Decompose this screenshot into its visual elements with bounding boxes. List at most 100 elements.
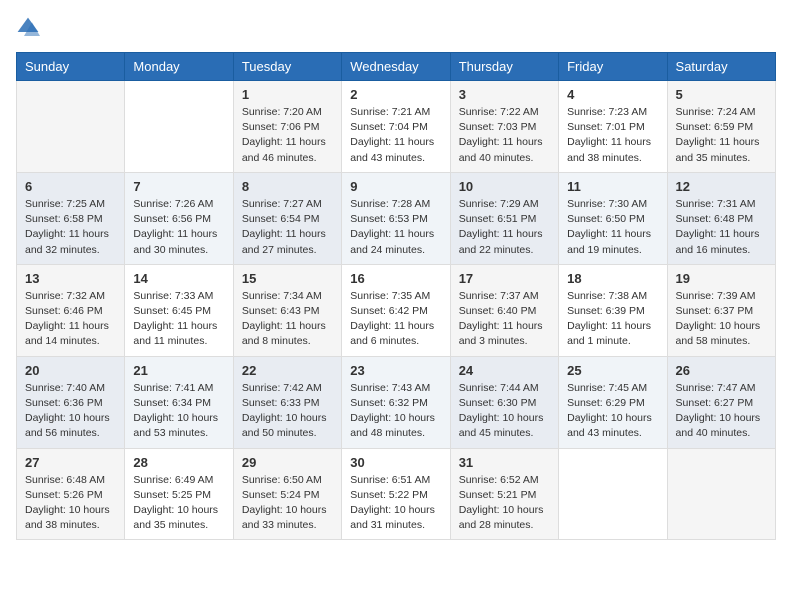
daylight: Daylight: 11 hours and 35 minutes. <box>676 136 760 163</box>
day-number: 26 <box>676 363 767 378</box>
calendar-cell: 5 Sunrise: 7:24 AM Sunset: 6:59 PM Dayli… <box>667 81 775 173</box>
day-info: Sunrise: 7:47 AM Sunset: 6:27 PM Dayligh… <box>676 381 767 442</box>
calendar-cell: 27 Sunrise: 6:48 AM Sunset: 5:26 PM Dayl… <box>17 448 125 540</box>
calendar-cell: 13 Sunrise: 7:32 AM Sunset: 6:46 PM Dayl… <box>17 264 125 356</box>
calendar-cell: 3 Sunrise: 7:22 AM Sunset: 7:03 PM Dayli… <box>450 81 558 173</box>
day-info: Sunrise: 7:37 AM Sunset: 6:40 PM Dayligh… <box>459 289 550 350</box>
day-number: 16 <box>350 271 441 286</box>
sunset: Sunset: 6:59 PM <box>676 121 754 133</box>
calendar-week-3: 13 Sunrise: 7:32 AM Sunset: 6:46 PM Dayl… <box>17 264 776 356</box>
day-number: 8 <box>242 179 333 194</box>
calendar-header-row: SundayMondayTuesdayWednesdayThursdayFrid… <box>17 53 776 81</box>
calendar-cell: 17 Sunrise: 7:37 AM Sunset: 6:40 PM Dayl… <box>450 264 558 356</box>
day-info: Sunrise: 7:27 AM Sunset: 6:54 PM Dayligh… <box>242 197 333 258</box>
sunrise: Sunrise: 7:38 AM <box>567 290 647 302</box>
calendar-cell: 1 Sunrise: 7:20 AM Sunset: 7:06 PM Dayli… <box>233 81 341 173</box>
day-number: 27 <box>25 455 116 470</box>
daylight: Daylight: 11 hours and 24 minutes. <box>350 228 434 255</box>
calendar-cell <box>667 448 775 540</box>
daylight: Daylight: 11 hours and 8 minutes. <box>242 320 326 347</box>
daylight: Daylight: 10 hours and 53 minutes. <box>133 412 218 439</box>
day-number: 2 <box>350 87 441 102</box>
day-info: Sunrise: 7:24 AM Sunset: 6:59 PM Dayligh… <box>676 105 767 166</box>
sunrise: Sunrise: 7:39 AM <box>676 290 756 302</box>
weekday-header-wednesday: Wednesday <box>342 53 450 81</box>
sunset: Sunset: 6:33 PM <box>242 397 320 409</box>
calendar-cell: 6 Sunrise: 7:25 AM Sunset: 6:58 PM Dayli… <box>17 172 125 264</box>
sunrise: Sunrise: 7:47 AM <box>676 382 756 394</box>
daylight: Daylight: 10 hours and 28 minutes. <box>459 504 544 531</box>
sunrise: Sunrise: 7:35 AM <box>350 290 430 302</box>
day-info: Sunrise: 7:45 AM Sunset: 6:29 PM Dayligh… <box>567 381 658 442</box>
calendar-cell: 23 Sunrise: 7:43 AM Sunset: 6:32 PM Dayl… <box>342 356 450 448</box>
weekday-header-sunday: Sunday <box>17 53 125 81</box>
weekday-header-monday: Monday <box>125 53 233 81</box>
day-info: Sunrise: 7:39 AM Sunset: 6:37 PM Dayligh… <box>676 289 767 350</box>
day-number: 11 <box>567 179 658 194</box>
sunrise: Sunrise: 7:43 AM <box>350 382 430 394</box>
daylight: Daylight: 10 hours and 35 minutes. <box>133 504 218 531</box>
sunrise: Sunrise: 7:41 AM <box>133 382 213 394</box>
day-number: 12 <box>676 179 767 194</box>
sunset: Sunset: 7:06 PM <box>242 121 320 133</box>
day-info: Sunrise: 7:34 AM Sunset: 6:43 PM Dayligh… <box>242 289 333 350</box>
daylight: Daylight: 11 hours and 1 minute. <box>567 320 651 347</box>
daylight: Daylight: 10 hours and 50 minutes. <box>242 412 327 439</box>
sunrise: Sunrise: 7:33 AM <box>133 290 213 302</box>
daylight: Daylight: 11 hours and 30 minutes. <box>133 228 217 255</box>
sunset: Sunset: 6:43 PM <box>242 305 320 317</box>
daylight: Daylight: 10 hours and 33 minutes. <box>242 504 327 531</box>
daylight: Daylight: 10 hours and 38 minutes. <box>25 504 110 531</box>
day-number: 29 <box>242 455 333 470</box>
daylight: Daylight: 11 hours and 6 minutes. <box>350 320 434 347</box>
day-number: 28 <box>133 455 224 470</box>
day-number: 5 <box>676 87 767 102</box>
day-info: Sunrise: 6:52 AM Sunset: 5:21 PM Dayligh… <box>459 473 550 534</box>
day-info: Sunrise: 6:48 AM Sunset: 5:26 PM Dayligh… <box>25 473 116 534</box>
calendar-cell: 30 Sunrise: 6:51 AM Sunset: 5:22 PM Dayl… <box>342 448 450 540</box>
calendar-cell: 29 Sunrise: 6:50 AM Sunset: 5:24 PM Dayl… <box>233 448 341 540</box>
day-info: Sunrise: 7:21 AM Sunset: 7:04 PM Dayligh… <box>350 105 441 166</box>
calendar-cell: 7 Sunrise: 7:26 AM Sunset: 6:56 PM Dayli… <box>125 172 233 264</box>
day-number: 30 <box>350 455 441 470</box>
day-info: Sunrise: 7:32 AM Sunset: 6:46 PM Dayligh… <box>25 289 116 350</box>
sunrise: Sunrise: 7:40 AM <box>25 382 105 394</box>
sunset: Sunset: 6:36 PM <box>25 397 103 409</box>
calendar-cell: 24 Sunrise: 7:44 AM Sunset: 6:30 PM Dayl… <box>450 356 558 448</box>
calendar-cell: 9 Sunrise: 7:28 AM Sunset: 6:53 PM Dayli… <box>342 172 450 264</box>
day-number: 18 <box>567 271 658 286</box>
daylight: Daylight: 10 hours and 58 minutes. <box>676 320 761 347</box>
logo <box>16 16 44 40</box>
day-info: Sunrise: 7:33 AM Sunset: 6:45 PM Dayligh… <box>133 289 224 350</box>
calendar-cell: 20 Sunrise: 7:40 AM Sunset: 6:36 PM Dayl… <box>17 356 125 448</box>
day-number: 17 <box>459 271 550 286</box>
sunset: Sunset: 5:24 PM <box>242 489 320 501</box>
day-info: Sunrise: 7:28 AM Sunset: 6:53 PM Dayligh… <box>350 197 441 258</box>
day-number: 9 <box>350 179 441 194</box>
sunset: Sunset: 5:21 PM <box>459 489 537 501</box>
sunrise: Sunrise: 7:45 AM <box>567 382 647 394</box>
sunset: Sunset: 6:53 PM <box>350 213 428 225</box>
sunset: Sunset: 7:03 PM <box>459 121 537 133</box>
sunset: Sunset: 6:39 PM <box>567 305 645 317</box>
logo-icon <box>16 16 40 40</box>
day-number: 4 <box>567 87 658 102</box>
calendar-cell: 15 Sunrise: 7:34 AM Sunset: 6:43 PM Dayl… <box>233 264 341 356</box>
day-info: Sunrise: 7:30 AM Sunset: 6:50 PM Dayligh… <box>567 197 658 258</box>
day-number: 22 <box>242 363 333 378</box>
calendar-cell <box>125 81 233 173</box>
calendar-cell: 21 Sunrise: 7:41 AM Sunset: 6:34 PM Dayl… <box>125 356 233 448</box>
day-info: Sunrise: 7:38 AM Sunset: 6:39 PM Dayligh… <box>567 289 658 350</box>
day-info: Sunrise: 7:40 AM Sunset: 6:36 PM Dayligh… <box>25 381 116 442</box>
sunset: Sunset: 7:01 PM <box>567 121 645 133</box>
sunrise: Sunrise: 6:48 AM <box>25 474 105 486</box>
sunrise: Sunrise: 7:21 AM <box>350 106 430 118</box>
calendar-table: SundayMondayTuesdayWednesdayThursdayFrid… <box>16 52 776 540</box>
day-info: Sunrise: 6:50 AM Sunset: 5:24 PM Dayligh… <box>242 473 333 534</box>
day-number: 25 <box>567 363 658 378</box>
calendar-cell: 4 Sunrise: 7:23 AM Sunset: 7:01 PM Dayli… <box>559 81 667 173</box>
daylight: Daylight: 10 hours and 56 minutes. <box>25 412 110 439</box>
weekday-header-tuesday: Tuesday <box>233 53 341 81</box>
sunset: Sunset: 6:29 PM <box>567 397 645 409</box>
day-info: Sunrise: 7:29 AM Sunset: 6:51 PM Dayligh… <box>459 197 550 258</box>
